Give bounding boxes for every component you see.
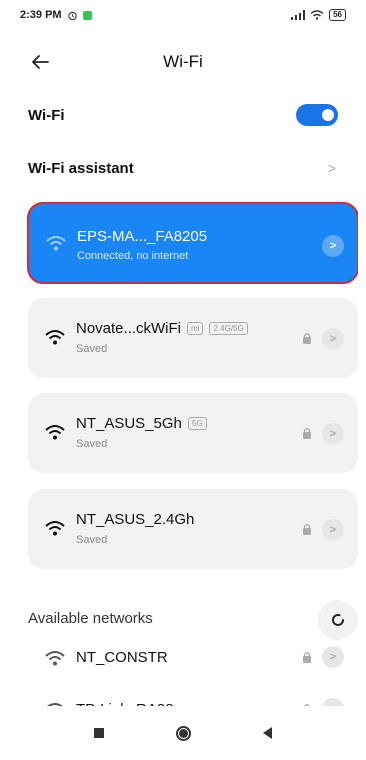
network-details-button[interactable]: > (322, 328, 344, 350)
home-button[interactable] (176, 725, 191, 741)
network-name: NT_CONSTR (76, 649, 168, 666)
wifi-toggle-row[interactable]: Wi-Fi (8, 93, 358, 137)
wifi-toggle-label: Wi-Fi (28, 106, 65, 124)
network-card-saved[interactable]: NT_ASUS_5Gh 5G Saved > (28, 393, 358, 473)
back-arrow-icon[interactable] (28, 50, 52, 74)
network-details-button[interactable]: > (322, 519, 344, 541)
lock-icon (303, 524, 311, 535)
lock-icon (303, 333, 311, 344)
wifi-signal-icon (45, 651, 65, 666)
chevron-right-icon: > (327, 160, 336, 176)
lock-icon (303, 428, 311, 439)
wifi-assistant-label: Wi-Fi assistant (28, 159, 134, 177)
network-status: Saved (76, 534, 108, 546)
network-card-saved[interactable]: Novate...ckWiFi mi 2.4G/5G Saved > (28, 298, 358, 378)
network-status: Connected, no internet (77, 250, 189, 262)
network-tag-band: 2.4G/5G (209, 322, 248, 335)
battery-icon: 56 (329, 9, 346, 21)
network-status: Saved (76, 343, 108, 355)
wifi-status-icon (310, 10, 324, 20)
available-network-item[interactable]: NT_CONSTR > (8, 632, 358, 682)
network-name: EPS-MA..._FA8205 (77, 228, 208, 245)
network-name: Novate...ckWiFi mi 2.4G/5G (76, 320, 248, 337)
lock-icon (303, 652, 311, 663)
alarm-icon (67, 11, 77, 20)
available-networks-heading: Available networks (28, 610, 153, 627)
refresh-icon (332, 613, 344, 626)
network-status: Saved (76, 438, 108, 450)
wifi-signal-icon (45, 425, 65, 440)
page-title: Wi-Fi (163, 52, 203, 71)
network-details-button[interactable]: > (322, 235, 344, 257)
notification-icon (82, 10, 92, 20)
network-card-connected[interactable]: EPS-MA..._FA8205 Connected, no internet … (27, 202, 358, 284)
header: Wi-Fi (8, 44, 358, 80)
recent-apps-button[interactable] (94, 728, 104, 738)
network-name: NT_ASUS_2.4Gh (76, 511, 195, 528)
wifi-signal-icon (45, 521, 65, 536)
wifi-signal-icon (45, 330, 65, 345)
wifi-signal-icon (46, 236, 66, 251)
network-card-saved[interactable]: NT_ASUS_2.4Gh Saved > (28, 489, 358, 569)
navigation-bar (8, 706, 358, 760)
network-details-button[interactable]: > (322, 646, 344, 668)
status-bar: 2:39 PM 56 (8, 0, 358, 30)
wifi-toggle-switch[interactable] (296, 104, 338, 126)
back-button[interactable] (263, 727, 272, 739)
network-name: NT_ASUS_5Gh 5G (76, 415, 207, 432)
signal-icon (291, 10, 306, 20)
wifi-settings-screen: 2:39 PM 56 Wi-Fi Wi-Fi Wi-Fi assistant >… (8, 0, 358, 760)
network-tag-band: 5G (187, 417, 207, 430)
network-details-button[interactable]: > (322, 423, 344, 445)
network-tag-mi: mi (187, 322, 204, 335)
status-time: 2:39 PM (20, 9, 62, 21)
wifi-assistant-row[interactable]: Wi-Fi assistant > (8, 146, 358, 190)
